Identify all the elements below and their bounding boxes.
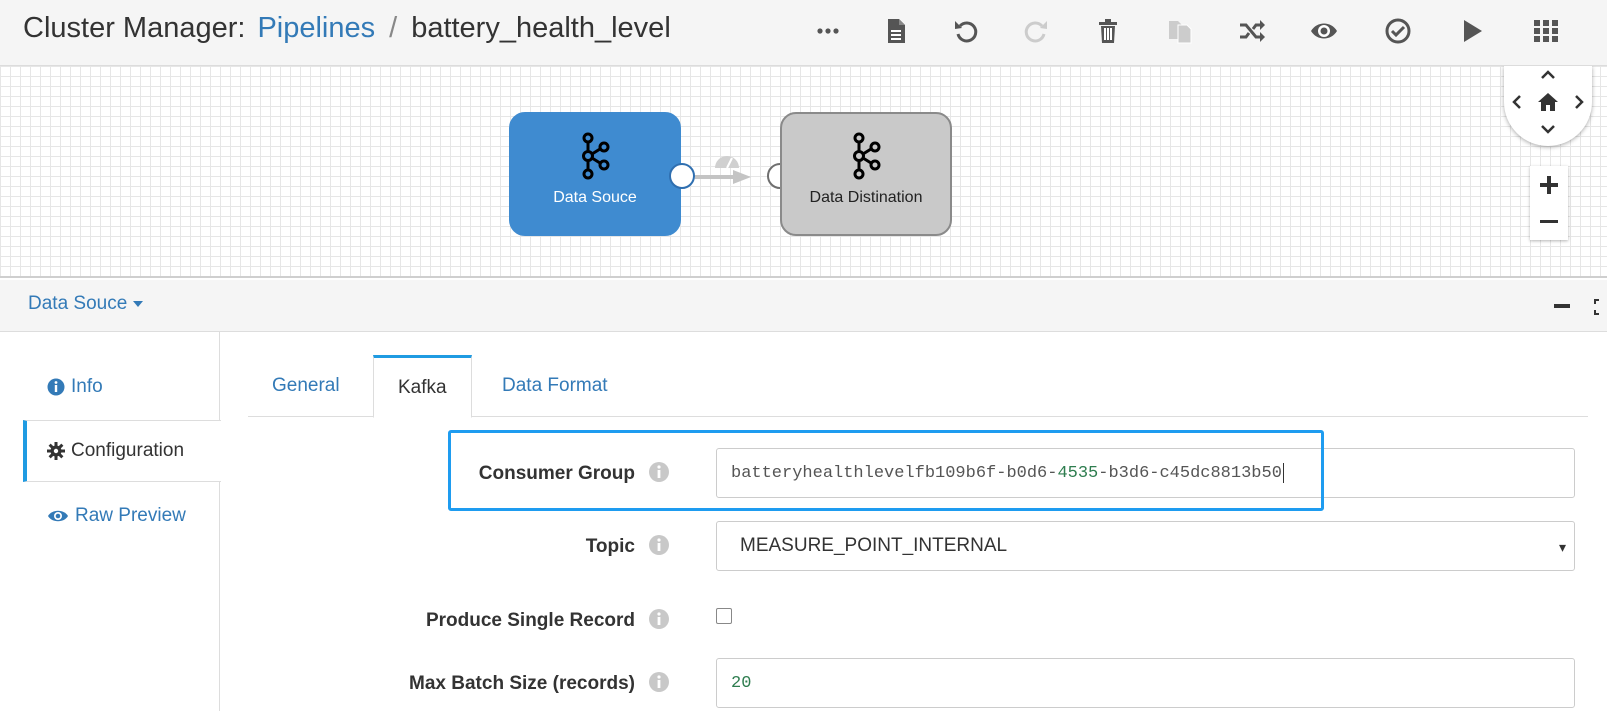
produce-single-record-label: Produce Single Record [425, 610, 635, 631]
side-nav-label: Info [71, 376, 103, 397]
side-nav-label: Raw Preview [75, 505, 186, 526]
output-port[interactable] [669, 163, 695, 189]
app-label: Cluster Manager: [23, 12, 246, 44]
redo-icon[interactable] [1016, 10, 1056, 52]
validate-check-icon[interactable] [1378, 10, 1418, 52]
eye-icon [48, 510, 68, 522]
info-icon[interactable] [648, 671, 670, 698]
preview-eye-icon[interactable] [1304, 10, 1344, 52]
stage-selector-dropdown[interactable]: Data Souce [28, 293, 144, 315]
header-bar: Cluster Manager: Pipelines / battery_health… [0, 0, 1607, 66]
stage-selector-label: Data Souce [28, 293, 128, 314]
side-nav-raw-preview[interactable]: Raw Preview [23, 485, 220, 547]
config-side-nav: Info Configuration Raw Preview [0, 332, 221, 711]
pan-navigator [1504, 66, 1592, 146]
info-icon[interactable] [648, 534, 670, 561]
stage-data-source[interactable]: Data Souce [509, 112, 681, 236]
consumer-group-label: Consumer Group [478, 463, 635, 484]
kafka-icon [849, 132, 883, 185]
kafka-icon [578, 132, 612, 185]
tab-kafka[interactable]: Kafka [373, 355, 472, 418]
consumer-group-value-part: -b3d6-c45dc8813b50 [1098, 463, 1282, 483]
document-icon[interactable] [876, 10, 916, 52]
topic-selected-value: MEASURE_POINT_INTERNAL [740, 535, 1008, 556]
gauge-icon [712, 150, 742, 175]
info-icon[interactable] [648, 461, 670, 488]
side-nav-configuration[interactable]: Configuration [23, 420, 221, 482]
stage-data-destination[interactable]: Data Distination [780, 112, 952, 236]
stage-panel-header: Data Souce [0, 280, 1607, 332]
consumer-group-value-part: batteryhealthlevelfb109b6f-b0d6- [731, 463, 1058, 483]
caret-down-icon [133, 300, 144, 307]
info-icon[interactable] [648, 608, 670, 635]
expand-icon[interactable] [1592, 298, 1604, 321]
tab-data-format[interactable]: Data Format [478, 355, 632, 417]
apps-grid-icon[interactable] [1526, 10, 1566, 52]
text-cursor [1282, 463, 1284, 483]
consumer-group-value-number: 4535 [1057, 463, 1099, 483]
breadcrumb-separator: / [389, 12, 398, 44]
config-tabs: General Kafka Data Format [248, 355, 1588, 418]
more-icon[interactable] [808, 10, 848, 52]
pan-up-icon[interactable] [1538, 66, 1558, 82]
zoom-in-icon[interactable] [1530, 166, 1568, 203]
stage-label: Data Distination [809, 189, 923, 206]
info-icon [47, 378, 65, 396]
minimize-icon[interactable] [1554, 298, 1570, 319]
max-batch-size-label: Max Batch Size (records) [409, 673, 635, 694]
delete-icon[interactable] [1088, 10, 1128, 52]
zoom-out-icon[interactable] [1530, 203, 1568, 240]
side-nav-info[interactable]: Info [23, 356, 220, 418]
topic-select[interactable]: MEASURE_POINT_INTERNAL ▾ [716, 521, 1575, 571]
pan-down-icon[interactable] [1538, 122, 1558, 138]
pipeline-name: battery_health_level [411, 12, 671, 44]
side-nav-label: Configuration [71, 440, 185, 461]
pipeline-canvas[interactable]: Data Souce Data Distination [0, 66, 1607, 278]
pan-right-icon[interactable] [1572, 92, 1588, 112]
shuffle-icon[interactable] [1232, 10, 1272, 52]
max-batch-size-input[interactable]: 20 [716, 658, 1575, 708]
stage-label: Data Souce [553, 189, 637, 206]
consumer-group-input[interactable]: batteryhealthlevelfb109b6f-b0d6- 4535 -b3d… [716, 448, 1575, 498]
undo-icon[interactable] [946, 10, 986, 52]
gear-icon [47, 442, 65, 460]
pan-home-icon[interactable] [1536, 90, 1560, 114]
zoom-controls [1530, 166, 1568, 240]
produce-single-record-checkbox[interactable] [716, 608, 732, 624]
pan-left-icon[interactable] [1508, 92, 1524, 112]
breadcrumb-pipelines-link[interactable]: Pipelines [257, 12, 375, 44]
copy-icon[interactable] [1160, 10, 1200, 52]
dropdown-arrow-icon: ▾ [1558, 539, 1566, 555]
run-play-icon[interactable] [1452, 10, 1492, 52]
max-batch-size-value: 20 [731, 673, 752, 693]
page-title: Cluster Manager: Pipelines / battery_health… [23, 12, 671, 45]
tab-general[interactable]: General [248, 355, 364, 417]
topic-label: Topic [585, 536, 635, 557]
